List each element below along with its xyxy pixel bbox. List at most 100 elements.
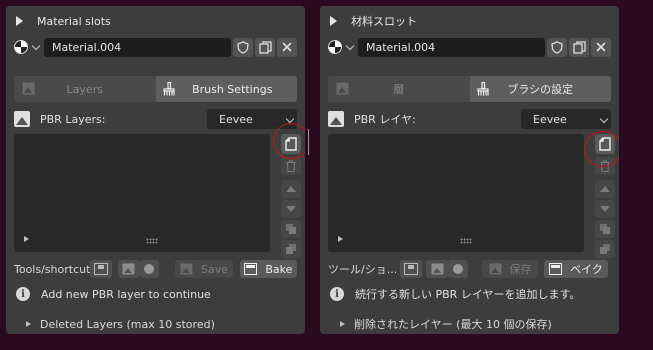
bake-button[interactable]: ベイク <box>544 260 608 278</box>
image-icon <box>336 82 349 95</box>
bake-button[interactable]: Bake <box>239 260 298 278</box>
brush-icon <box>162 82 176 96</box>
chevron-down-icon <box>285 114 295 124</box>
tools-label: Tools/shortcuts: <box>14 262 91 276</box>
move-layer-down-button[interactable] <box>595 200 615 218</box>
deleted-layers-label: Deleted Layers (max 10 stored) <box>40 317 215 331</box>
tab-layers-label: Layers <box>66 82 103 96</box>
expand-triangle-icon[interactable] <box>26 321 31 327</box>
chevron-down-icon[interactable] <box>31 41 41 50</box>
deleted-layers-subpanel[interactable]: 削除されたレイヤー (最大 10 個の保存) <box>340 316 611 332</box>
tools-shortcuts-row: ツール/ショ... 保存 ベイク <box>328 260 611 278</box>
duplicate-material-button[interactable] <box>255 37 275 57</box>
info-icon: i <box>16 287 30 301</box>
tool-image-button[interactable] <box>117 260 140 278</box>
deleted-layers-subpanel[interactable]: Deleted Layers (max 10 stored) <box>26 316 297 332</box>
tool-image-button[interactable] <box>426 260 448 278</box>
copy-layer-icon <box>286 224 296 234</box>
list-resize-grip[interactable] <box>146 238 158 244</box>
material-panel-japanese: 材料スロット Material.004 層 ブラシの設定 PBR レイヤ: Ee… <box>320 6 619 334</box>
tool-material-button[interactable] <box>448 260 468 278</box>
material-name-field[interactable]: Material.004 <box>44 37 231 57</box>
list-filter-triangle-icon[interactable] <box>24 236 29 242</box>
close-icon <box>596 42 606 52</box>
highlight-annotation-circle <box>584 131 619 167</box>
info-message: i Add new PBR layer to continue <box>16 286 297 302</box>
shield-icon <box>237 40 249 54</box>
material-icon <box>144 264 155 274</box>
image-icon <box>22 82 35 95</box>
image-icon <box>122 263 135 275</box>
duplicate-layer-button[interactable] <box>281 220 301 238</box>
pbr-layer-list[interactable] <box>14 134 270 252</box>
tab-brush-label: ブラシの設定 <box>507 83 574 96</box>
duplicate-layer-button[interactable] <box>595 220 615 238</box>
save-button[interactable]: 保存 <box>482 260 538 278</box>
info-message: i 続行する新しい PBR レイヤーを追加します。 <box>330 286 611 302</box>
tools-label: ツール/ショ... <box>328 263 398 276</box>
save-button[interactable]: Save <box>175 260 233 278</box>
duplicate-material-button[interactable] <box>569 37 589 57</box>
list-filter-triangle-icon[interactable] <box>338 236 343 242</box>
duplicate-icon <box>258 40 272 54</box>
tab-layers[interactable]: 層 <box>328 76 470 102</box>
pbr-layers-row: PBR レイヤ: Eevee <box>328 109 611 129</box>
material-slots-header[interactable]: 材料スロット <box>320 6 619 36</box>
expand-triangle-icon[interactable] <box>16 16 23 26</box>
image-icon <box>14 111 30 127</box>
chevron-down-icon <box>599 114 609 124</box>
tab-brush-label: Brush Settings <box>192 82 273 96</box>
tool-paint-button[interactable] <box>90 260 112 278</box>
material-icon <box>453 264 463 274</box>
list-resize-grip[interactable] <box>460 238 472 244</box>
tool-material-button[interactable] <box>139 260 160 278</box>
tab-brush-settings[interactable]: ブラシの設定 <box>469 76 611 102</box>
tab-layers[interactable]: Layers <box>14 76 156 102</box>
material-name-field[interactable]: Material.004 <box>358 37 545 57</box>
chevron-down-icon[interactable] <box>345 41 355 50</box>
image-icon <box>328 111 344 127</box>
tab-brush-settings[interactable]: Brush Settings <box>155 76 297 102</box>
bake-icon <box>549 263 563 275</box>
expand-triangle-icon[interactable] <box>330 16 337 26</box>
delete-layer-button[interactable] <box>281 157 301 175</box>
shield-icon <box>551 40 563 54</box>
paste-layer-button[interactable] <box>281 240 301 258</box>
move-layer-down-button[interactable] <box>281 200 301 218</box>
cursor-line <box>308 129 309 155</box>
trash-icon <box>286 160 296 172</box>
tool-paint-button[interactable] <box>400 260 422 278</box>
material-name: Material.004 <box>366 40 436 54</box>
pbr-layers-label: PBR レイヤ: <box>354 113 416 126</box>
material-sphere-icon[interactable] <box>14 40 28 54</box>
move-layer-up-button[interactable] <box>281 180 301 198</box>
bake-label: Bake <box>265 262 293 276</box>
paste-layer-icon <box>600 244 610 254</box>
material-slots-header[interactable]: Material slots <box>6 6 305 36</box>
info-text: Add new PBR layer to continue <box>41 287 211 301</box>
material-name: Material.004 <box>52 40 122 54</box>
material-sphere-icon[interactable] <box>328 40 342 54</box>
deleted-layers-label: 削除されたレイヤー (最大 10 個の保存) <box>354 318 552 331</box>
unlink-material-button[interactable] <box>591 37 611 57</box>
bake-icon <box>244 263 258 275</box>
pbr-layers-row: PBR Layers: Eevee <box>14 109 297 129</box>
image-icon <box>489 263 501 275</box>
move-layer-up-button[interactable] <box>595 180 615 198</box>
paste-layer-button[interactable] <box>595 240 615 258</box>
highlight-annotation-circle <box>273 123 305 159</box>
arrow-down-icon <box>286 206 296 212</box>
fake-user-button[interactable] <box>233 37 253 57</box>
tools-shortcuts-row: Tools/shortcuts: Save Bake <box>14 260 298 278</box>
arrow-up-icon <box>600 186 610 192</box>
render-engine-dropdown[interactable]: Eevee <box>521 109 611 129</box>
render-engine-value: Eevee <box>533 112 567 126</box>
pbr-layer-list[interactable] <box>328 134 584 252</box>
header-title: Material slots <box>37 14 111 28</box>
fake-user-button[interactable] <box>547 37 567 57</box>
expand-triangle-icon[interactable] <box>340 321 345 327</box>
tab-layers-label: 層 <box>393 83 405 96</box>
info-text: 続行する新しい PBR レイヤーを追加します。 <box>355 288 581 301</box>
unlink-material-button[interactable] <box>277 37 297 57</box>
duplicate-icon <box>572 40 586 54</box>
